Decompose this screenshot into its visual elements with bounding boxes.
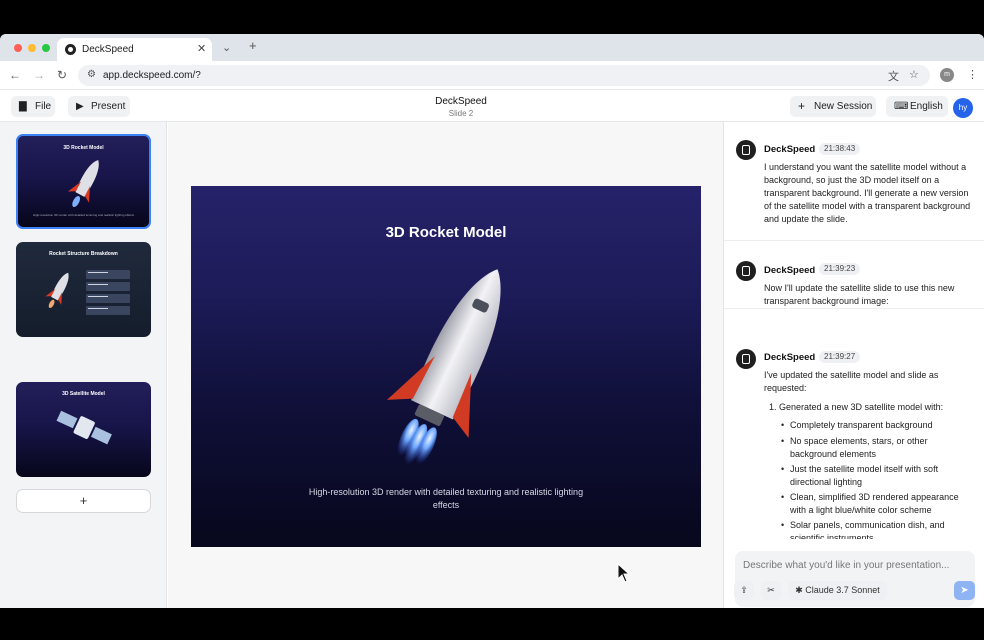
minimize-window-button[interactable] [28,44,36,52]
send-button[interactable]: ➤ [954,581,975,600]
chat-input[interactable] [735,551,975,579]
tab-strip: DeckSpeed ✕ ⌄ + [0,34,984,61]
send-icon: ➤ [960,585,969,596]
message-author: DeckSpeed [764,144,816,155]
app-header: ▇ File ▶ Present DeckSpeed Slide 2 + New… [0,90,984,122]
add-slide-button[interactable]: + [16,489,151,513]
slide-caption: High-resolution 3D render with detailed … [308,487,584,510]
app-title: DeckSpeed [435,96,487,107]
slide-canvas: 3D Rocket Model High-resolution 3D rende… [168,122,723,608]
close-window-button[interactable] [14,44,22,52]
deckspeed-avatar-icon [736,349,756,369]
tab-title: DeckSpeed [82,44,134,55]
browser-menu-icon[interactable]: ⋮ [967,68,978,81]
rocket-icon [67,160,99,208]
thumb-title: 3D Rocket Model [63,145,104,151]
deckspeed-avatar-icon [736,261,756,281]
back-icon[interactable]: ← [9,68,21,82]
language-button[interactable]: ⌨ English [886,96,948,117]
message-timestamp: 21:39:27 [819,351,861,363]
message-author: DeckSpeed [764,265,816,276]
thumb-title: 3D Satellite Model [62,391,105,397]
new-session-button[interactable]: + New Session [790,96,876,117]
plus-icon: + [798,99,806,113]
tools-button[interactable]: ✂ [761,581,781,600]
translate-icon[interactable]: 文 [888,68,899,84]
slide-thumbnail-1[interactable]: 3D Rocket Model High-resolution 3D rende… [16,134,151,229]
message-author: DeckSpeed [764,352,816,363]
message-text: I've updated the satellite model and sli… [764,370,939,393]
chat-message: DeckSpeed 21:39:27 I've updated the sate… [724,309,984,539]
tab-list-chevron-icon[interactable]: ⌄ [222,41,231,54]
profile-avatar[interactable]: m [940,68,954,82]
claude-icon: ✱ [795,585,803,595]
message-text: I understand you want the satellite mode… [764,162,971,224]
close-tab-icon[interactable]: ✕ [197,42,206,55]
forward-icon[interactable]: → [33,68,45,82]
message-timestamp: 21:38:43 [819,143,861,155]
rocket-icon [45,272,69,309]
deckspeed-favicon-icon [65,44,76,55]
language-icon: ⌨ [894,101,909,112]
rocket-image [386,269,501,465]
maximize-window-button[interactable] [42,44,50,52]
model-selector[interactable]: ✱ Claude 3.7 Sonnet [788,581,887,600]
chat-message: DeckSpeed 21:39:23 Now I'll update the s… [724,241,984,309]
address-bar-row: ← → ↻ ⚙ app.deckspeed.com/? 文 ☆ m ⋮ [0,61,984,90]
mouse-cursor-icon [617,563,631,583]
message-text: Now I'll update the satellite slide to u… [764,283,955,306]
thumb-caption: High-resolution 3D render with detailed … [33,213,134,217]
thumb-row [86,282,130,291]
satellite-icon [56,410,112,445]
list-item: Completely transparent background [781,419,975,432]
list-item: Clean, simplified 3D rendered appearance… [781,491,975,517]
list-item: Just the satellite model itself with sof… [781,463,975,489]
slide-thumbnail-3[interactable]: 3D Satellite Model [16,382,151,477]
list-item: No space elements, stars, or other backg… [781,435,975,461]
site-info-icon[interactable]: ⚙ [87,69,96,80]
slide-thumbnail-2[interactable]: Rocket Structure Breakdown [16,242,151,337]
slide-indicator: Slide 2 [448,109,474,118]
current-slide[interactable]: 3D Rocket Model High-resolution 3D rende… [191,186,701,547]
list-item: 1. Generated a new 3D satellite model wi… [769,402,944,412]
new-tab-icon[interactable]: + [249,38,257,53]
slide-thumbnails-panel: 3D Rocket Model High-resolution 3D rende… [0,122,167,608]
url-field[interactable]: ⚙ app.deckspeed.com/? [78,65,930,86]
deckspeed-avatar-icon [736,140,756,160]
thumb-row [86,306,130,315]
model-label: Claude 3.7 Sonnet [805,585,880,595]
bookmark-star-icon[interactable]: ☆ [909,68,919,81]
url-text: app.deckspeed.com/? [103,70,201,81]
reload-icon[interactable]: ↻ [57,68,67,82]
chat-panel: DeckSpeed 21:38:43 I understand you want… [723,122,984,608]
list-item: Solar panels, communication dish, and sc… [781,519,975,539]
browser-tab[interactable]: DeckSpeed ✕ [57,38,212,61]
browser-window: DeckSpeed ✕ ⌄ + ← → ↻ ⚙ app.deckspeed.co… [0,34,984,608]
chat-message: DeckSpeed 21:38:43 I understand you want… [724,122,984,241]
thumb-row [86,270,130,279]
thumb-title: Rocket Structure Breakdown [49,251,118,257]
upload-button[interactable]: ⇪ [734,581,754,600]
message-timestamp: 21:39:23 [819,263,861,275]
user-avatar[interactable]: hy [953,98,973,118]
slide-title: 3D Rocket Model [385,224,507,241]
thumb-row [86,294,130,303]
